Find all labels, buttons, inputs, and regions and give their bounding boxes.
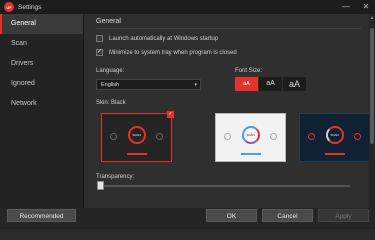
- sidebar-item-general[interactable]: General: [0, 14, 83, 34]
- skin-label: Skin: Black: [96, 100, 126, 106]
- launch-startup-label: Launch automatically at Windows startup: [109, 35, 219, 42]
- title-bar: UF Settings — ✕: [0, 0, 375, 14]
- skin-preview-scan-text: SCAN: [330, 132, 339, 137]
- skin-black-thumbnail[interactable]: ✓ SCAN: [101, 111, 174, 162]
- font-size-small-button[interactable]: aA: [235, 77, 259, 91]
- sidebar-item-ignored[interactable]: Ignored: [0, 74, 83, 94]
- language-label: Language:: [96, 68, 125, 74]
- window-controls: — ✕: [341, 2, 371, 12]
- checkmark-icon: ✓: [167, 111, 174, 118]
- section-divider: [96, 28, 361, 29]
- recommended-button[interactable]: Recommended: [7, 209, 76, 222]
- skin-preview-gauge: [110, 133, 117, 140]
- language-value: English: [101, 82, 120, 88]
- sidebar-item-scan[interactable]: Scan: [0, 34, 83, 54]
- app-logo-icon: UF: [4, 2, 14, 12]
- skin-preview-ring: SCAN: [241, 125, 260, 144]
- skin-blue-thumbnail[interactable]: SCAN: [299, 113, 370, 162]
- launch-startup-option[interactable]: Launch automatically at Windows startup: [96, 35, 218, 42]
- sidebar-item-label: Ignored: [11, 80, 35, 87]
- skin-preview-ring: SCAN: [127, 125, 146, 144]
- font-size-large-button[interactable]: aA: [283, 77, 307, 91]
- sidebar-item-label: Network: [11, 100, 37, 107]
- apply-button[interactable]: Apply: [318, 209, 369, 222]
- minimize-icon[interactable]: —: [341, 2, 351, 12]
- minimize-tray-option[interactable]: ✓ Minimize to system tray when program i…: [96, 49, 237, 56]
- minimize-tray-checkbox[interactable]: ✓: [96, 49, 103, 56]
- transparency-slider-track[interactable]: [101, 185, 350, 187]
- skin-preview-bar: [240, 153, 261, 155]
- minimize-tray-label: Minimize to system tray when program is …: [109, 49, 237, 56]
- skin-preview-bar: [126, 153, 147, 155]
- skin-preview-ring: SCAN: [325, 125, 344, 144]
- skin-preview-gauge: [308, 133, 315, 140]
- transparency-label: Transparency:: [96, 174, 135, 180]
- ok-button[interactable]: OK: [206, 209, 257, 222]
- app-logo-text: UF: [6, 4, 12, 10]
- window-title: Settings: [18, 3, 42, 11]
- section-title: General: [96, 18, 121, 25]
- sidebar-item-label: Drivers: [11, 60, 34, 67]
- settings-sidebar: General Scan Drivers Ignored Network: [0, 14, 84, 208]
- skin-preview-gauge: [270, 133, 277, 140]
- skin-preview-gauge: [224, 133, 231, 140]
- close-icon[interactable]: ✕: [361, 2, 371, 12]
- skin-preview-scan-text: SCAN: [132, 132, 141, 137]
- sidebar-item-network[interactable]: Network: [0, 94, 83, 114]
- font-size-label: Font Size:: [235, 68, 263, 74]
- language-select[interactable]: English ▾: [96, 79, 201, 90]
- cancel-button[interactable]: Cancel: [262, 209, 313, 222]
- settings-panel: General Launch automatically at Windows …: [85, 14, 370, 208]
- skin-preview-gauge: [156, 133, 163, 140]
- font-size-buttons: aA aA aA: [235, 77, 307, 91]
- scroll-up-icon[interactable]: ▲: [369, 15, 375, 21]
- scrollbar-thumb[interactable]: [370, 28, 374, 144]
- font-size-medium-button[interactable]: aA: [259, 77, 283, 91]
- skin-preview-gauge: [354, 133, 361, 140]
- panel-scrollbar[interactable]: ▲: [369, 14, 375, 208]
- sidebar-item-label: General: [11, 20, 36, 27]
- skin-white-thumbnail[interactable]: SCAN: [215, 113, 286, 162]
- skin-preview-scan-text: SCAN: [246, 132, 255, 137]
- checkmark-icon: ✓: [96, 49, 103, 55]
- launch-startup-checkbox[interactable]: [96, 35, 103, 42]
- sidebar-item-drivers[interactable]: Drivers: [0, 54, 83, 74]
- sidebar-item-label: Scan: [11, 40, 27, 47]
- transparency-slider-handle[interactable]: [97, 181, 104, 190]
- chevron-down-icon: ▾: [194, 82, 197, 88]
- skin-preview-bar: [324, 153, 345, 155]
